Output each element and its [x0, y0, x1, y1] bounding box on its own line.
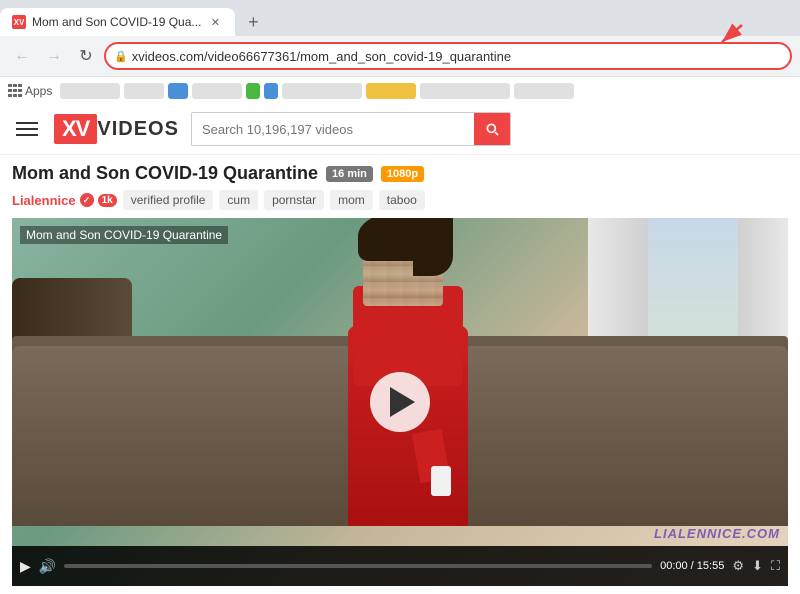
- lock-icon: 🔒: [114, 50, 128, 63]
- tag-mom[interactable]: mom: [330, 190, 373, 210]
- back-button[interactable]: ←: [8, 42, 36, 70]
- download-icon[interactable]: ⬇: [752, 558, 763, 574]
- bookmark-7[interactable]: [282, 83, 362, 99]
- browser-window: XV Mom and Son COVID-19 Qua... ✕ + ← → ↻…: [0, 0, 800, 594]
- video-title: Mom and Son COVID-19 Quarantine: [12, 163, 318, 184]
- bookmark-2[interactable]: [124, 83, 164, 99]
- search-container: [191, 112, 511, 146]
- video-overlay-title: Mom and Son COVID-19 Quarantine: [20, 226, 228, 244]
- duration-badge: 16 min: [326, 166, 373, 182]
- tags-row: Lialennice ✓ 1k verified profile cum por…: [12, 190, 788, 210]
- hamburger-line-2: [16, 128, 38, 130]
- watermark: LIALENNICE.COM: [654, 526, 780, 541]
- new-tab-button[interactable]: +: [239, 8, 267, 36]
- play-button[interactable]: [370, 372, 430, 432]
- tag-cum[interactable]: cum: [219, 190, 258, 210]
- fullscreen-icon[interactable]: ⛶: [771, 558, 780, 574]
- bookmark-3[interactable]: [168, 83, 188, 99]
- bookmarks-bar: Apps: [0, 76, 800, 104]
- apps-bookmark[interactable]: Apps: [8, 84, 52, 98]
- quality-badge: 1080p: [381, 166, 424, 182]
- active-tab[interactable]: XV Mom and Son COVID-19 Qua... ✕: [0, 8, 235, 36]
- tag-verified-profile[interactable]: verified profile: [123, 190, 214, 210]
- apps-label: Apps: [25, 84, 52, 98]
- bookmark-9[interactable]: [420, 83, 510, 99]
- hamburger-line-3: [16, 134, 38, 136]
- address-bar-container[interactable]: 🔒 xvideos.com/video66677361/mom_and_son_…: [104, 42, 792, 70]
- time-display: 00:00 / 15:55: [660, 560, 724, 572]
- bookmark-6[interactable]: [264, 83, 278, 99]
- bookmark-items: [60, 83, 792, 99]
- tab-favicon: XV: [12, 15, 26, 29]
- search-input[interactable]: [192, 113, 474, 145]
- play-pause-button[interactable]: ▶: [20, 558, 31, 575]
- held-object: [431, 466, 451, 496]
- site-header: XV VIDEOS: [0, 104, 800, 155]
- logo-text: VIDEOS: [97, 118, 179, 141]
- video-controls: ▶ 🔊 00:00 / 15:55 ⚙ ⬇ ⛶: [12, 546, 788, 586]
- bookmark-1[interactable]: [60, 83, 120, 99]
- logo-x: XV: [54, 114, 97, 144]
- verified-icon: ✓: [80, 193, 94, 207]
- search-button[interactable]: [474, 113, 510, 145]
- hamburger-line-1: [16, 122, 38, 124]
- nav-bar: ← → ↻ 🔒 xvideos.com/video66677361/mom_an…: [0, 36, 800, 76]
- head-area: [363, 226, 443, 306]
- bookmark-8[interactable]: [366, 83, 416, 99]
- tab-title: Mom and Son COVID-19 Qua...: [32, 15, 201, 29]
- video-page: Mom and Son COVID-19 Quarantine 16 min 1…: [0, 155, 800, 594]
- tag-pornstar[interactable]: pornstar: [264, 190, 324, 210]
- bookmark-10[interactable]: [514, 83, 574, 99]
- forward-button[interactable]: →: [40, 42, 68, 70]
- channel-link[interactable]: Lialennice ✓ 1k: [12, 193, 117, 208]
- address-bar-wrapper: 🔒 xvideos.com/video66677361/mom_and_son_…: [104, 42, 792, 70]
- video-title-row: Mom and Son COVID-19 Quarantine 16 min 1…: [12, 163, 788, 184]
- hamburger-menu[interactable]: [12, 118, 42, 140]
- volume-button[interactable]: 🔊: [39, 558, 56, 575]
- hair: [358, 218, 448, 261]
- tab-bar: XV Mom and Son COVID-19 Qua... ✕ +: [0, 0, 800, 36]
- right-controls: ⚙ ⬇ ⛶: [732, 558, 780, 574]
- bookmark-4[interactable]: [192, 83, 242, 99]
- video-player[interactable]: Mom and Son COVID-19 Quarantine LIALENNI…: [12, 218, 788, 586]
- settings-icon[interactable]: ⚙: [732, 558, 744, 574]
- apps-grid-icon: [8, 84, 22, 98]
- refresh-button[interactable]: ↻: [72, 42, 100, 70]
- search-icon: [484, 121, 500, 137]
- channel-name: Lialennice: [12, 193, 76, 208]
- tab-close-button[interactable]: ✕: [207, 14, 223, 30]
- address-text: xvideos.com/video66677361/mom_and_son_co…: [132, 49, 782, 64]
- logo-container[interactable]: XV VIDEOS: [54, 114, 179, 144]
- progress-bar[interactable]: [64, 564, 652, 568]
- play-triangle-icon: [390, 387, 415, 417]
- page-content: XV VIDEOS Mom and Son COVID-19 Quarantin…: [0, 104, 800, 594]
- bookmark-5[interactable]: [246, 83, 260, 99]
- subscriber-count: 1k: [98, 194, 117, 207]
- tag-taboo[interactable]: taboo: [379, 190, 425, 210]
